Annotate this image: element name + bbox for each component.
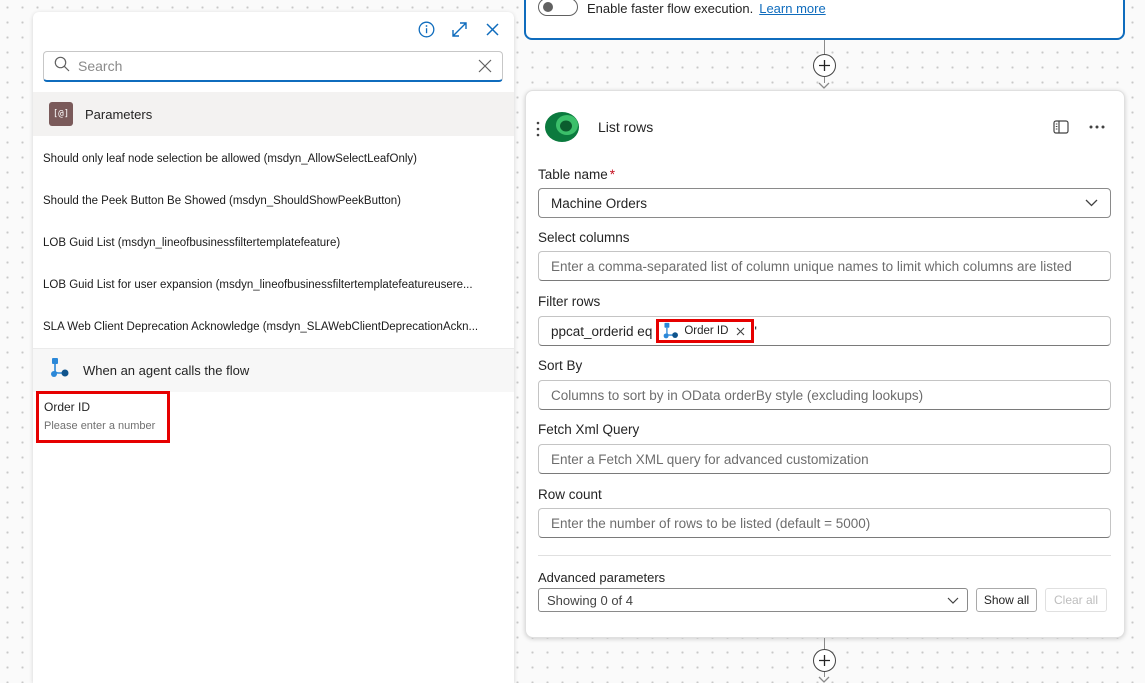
list-item[interactable]: SLA Web Client Deprecation Acknowledge (… (33, 306, 514, 348)
select-columns-input[interactable]: Enter a comma-separated list of column u… (538, 251, 1111, 281)
panel-toolbar (417, 20, 502, 39)
chevron-down-icon (1085, 199, 1098, 207)
arrow-down-icon (818, 676, 830, 683)
row-count-input[interactable]: Enter the number of rows to be listed (d… (538, 508, 1111, 538)
search-box (43, 51, 503, 82)
agent-flow-icon (663, 322, 679, 339)
table-name-label: Table name * (538, 167, 616, 182)
divider (538, 555, 1111, 556)
search-icon (54, 56, 70, 77)
sort-by-label: Sort By (538, 358, 583, 373)
advanced-parameters-dropdown[interactable]: Showing 0 of 4 (538, 588, 968, 612)
card-header[interactable]: List rows (526, 91, 1124, 163)
list-item[interactable]: LOB Guid List (msdyn_lineofbusinessfilte… (33, 222, 514, 264)
agent-flow-icon (49, 357, 71, 384)
token-label: Order ID (684, 325, 729, 337)
parameters-section-header[interactable]: [@] Parameters (33, 92, 514, 136)
filter-expression-text: ppcat_orderid eq (551, 323, 653, 339)
parameters-list: Should only leaf node selection be allow… (33, 138, 514, 348)
filter-rows-label: Filter rows (538, 294, 601, 309)
close-icon[interactable] (483, 20, 502, 39)
previous-action-card: Enable faster flow execution. Learn more (524, 0, 1125, 40)
more-options-icon[interactable] (1088, 118, 1106, 136)
fetch-xml-label: Fetch Xml Query (538, 422, 640, 437)
fetch-xml-input[interactable]: Enter a Fetch XML query for advanced cus… (538, 444, 1111, 474)
list-item[interactable]: Should the Peek Button Be Showed (msdyn_… (33, 180, 514, 222)
order-id-label: Order ID (44, 400, 91, 414)
filter-expression-suffix: ' (754, 323, 757, 339)
drag-handle-icon[interactable] (536, 121, 540, 137)
toggle-label: Enable faster flow execution. Learn more (587, 1, 826, 16)
table-name-value: Machine Orders (551, 195, 648, 211)
plus-icon (819, 60, 830, 71)
order-id-token[interactable]: Order ID (656, 319, 755, 343)
add-step-button[interactable] (813, 649, 836, 672)
show-all-button[interactable]: Show all (976, 588, 1037, 612)
dynamic-content-panel: [@] Parameters Should only leaf node sel… (33, 12, 514, 683)
toggle-knob (543, 2, 553, 12)
info-icon[interactable] (417, 20, 436, 39)
advanced-parameters-value: Showing 0 of 4 (547, 592, 634, 608)
list-item[interactable]: LOB Guid List for user expansion (msdyn_… (33, 264, 514, 306)
card-title: List rows (598, 119, 654, 135)
plus-icon (819, 655, 830, 666)
arrow-down-icon (818, 82, 830, 89)
search-input[interactable] (78, 58, 478, 74)
remove-token-icon[interactable] (736, 327, 745, 336)
parameters-section-title: Parameters (85, 106, 153, 122)
sort-by-input[interactable]: Columns to sort by in OData orderBy styl… (538, 380, 1111, 410)
chevron-down-icon (947, 597, 959, 604)
card-actions (1052, 118, 1106, 136)
add-step-button[interactable] (813, 54, 836, 77)
clear-all-button[interactable]: Clear all (1045, 588, 1107, 612)
dataverse-logo-icon (545, 112, 579, 142)
expand-icon[interactable] (450, 20, 469, 39)
select-columns-label: Select columns (538, 230, 630, 245)
faster-execution-toggle[interactable] (538, 0, 578, 16)
list-item[interactable]: Should only leaf node selection be allow… (33, 138, 514, 180)
parameters-icon: [@] (49, 102, 73, 126)
list-rows-card: List rows Table name * Machine Orders Sel… (525, 90, 1125, 638)
table-name-dropdown[interactable]: Machine Orders (538, 188, 1111, 218)
clear-search-icon[interactable] (478, 59, 492, 73)
panel-toggle-icon[interactable] (1052, 118, 1070, 136)
filter-rows-input[interactable]: ppcat_orderid eq Order ID ' (538, 316, 1111, 346)
learn-more-link[interactable]: Learn more (759, 1, 825, 16)
advanced-parameters-label: Advanced parameters (538, 570, 666, 585)
order-id-hint: Please enter a number (44, 420, 156, 432)
trigger-section-title: When an agent calls the flow (83, 363, 250, 378)
order-id-dynamic-value[interactable]: Order ID Please enter a number (36, 391, 170, 443)
row-count-label: Row count (538, 487, 602, 502)
connector-line (824, 40, 825, 54)
trigger-section-header[interactable]: When an agent calls the flow (33, 348, 514, 392)
